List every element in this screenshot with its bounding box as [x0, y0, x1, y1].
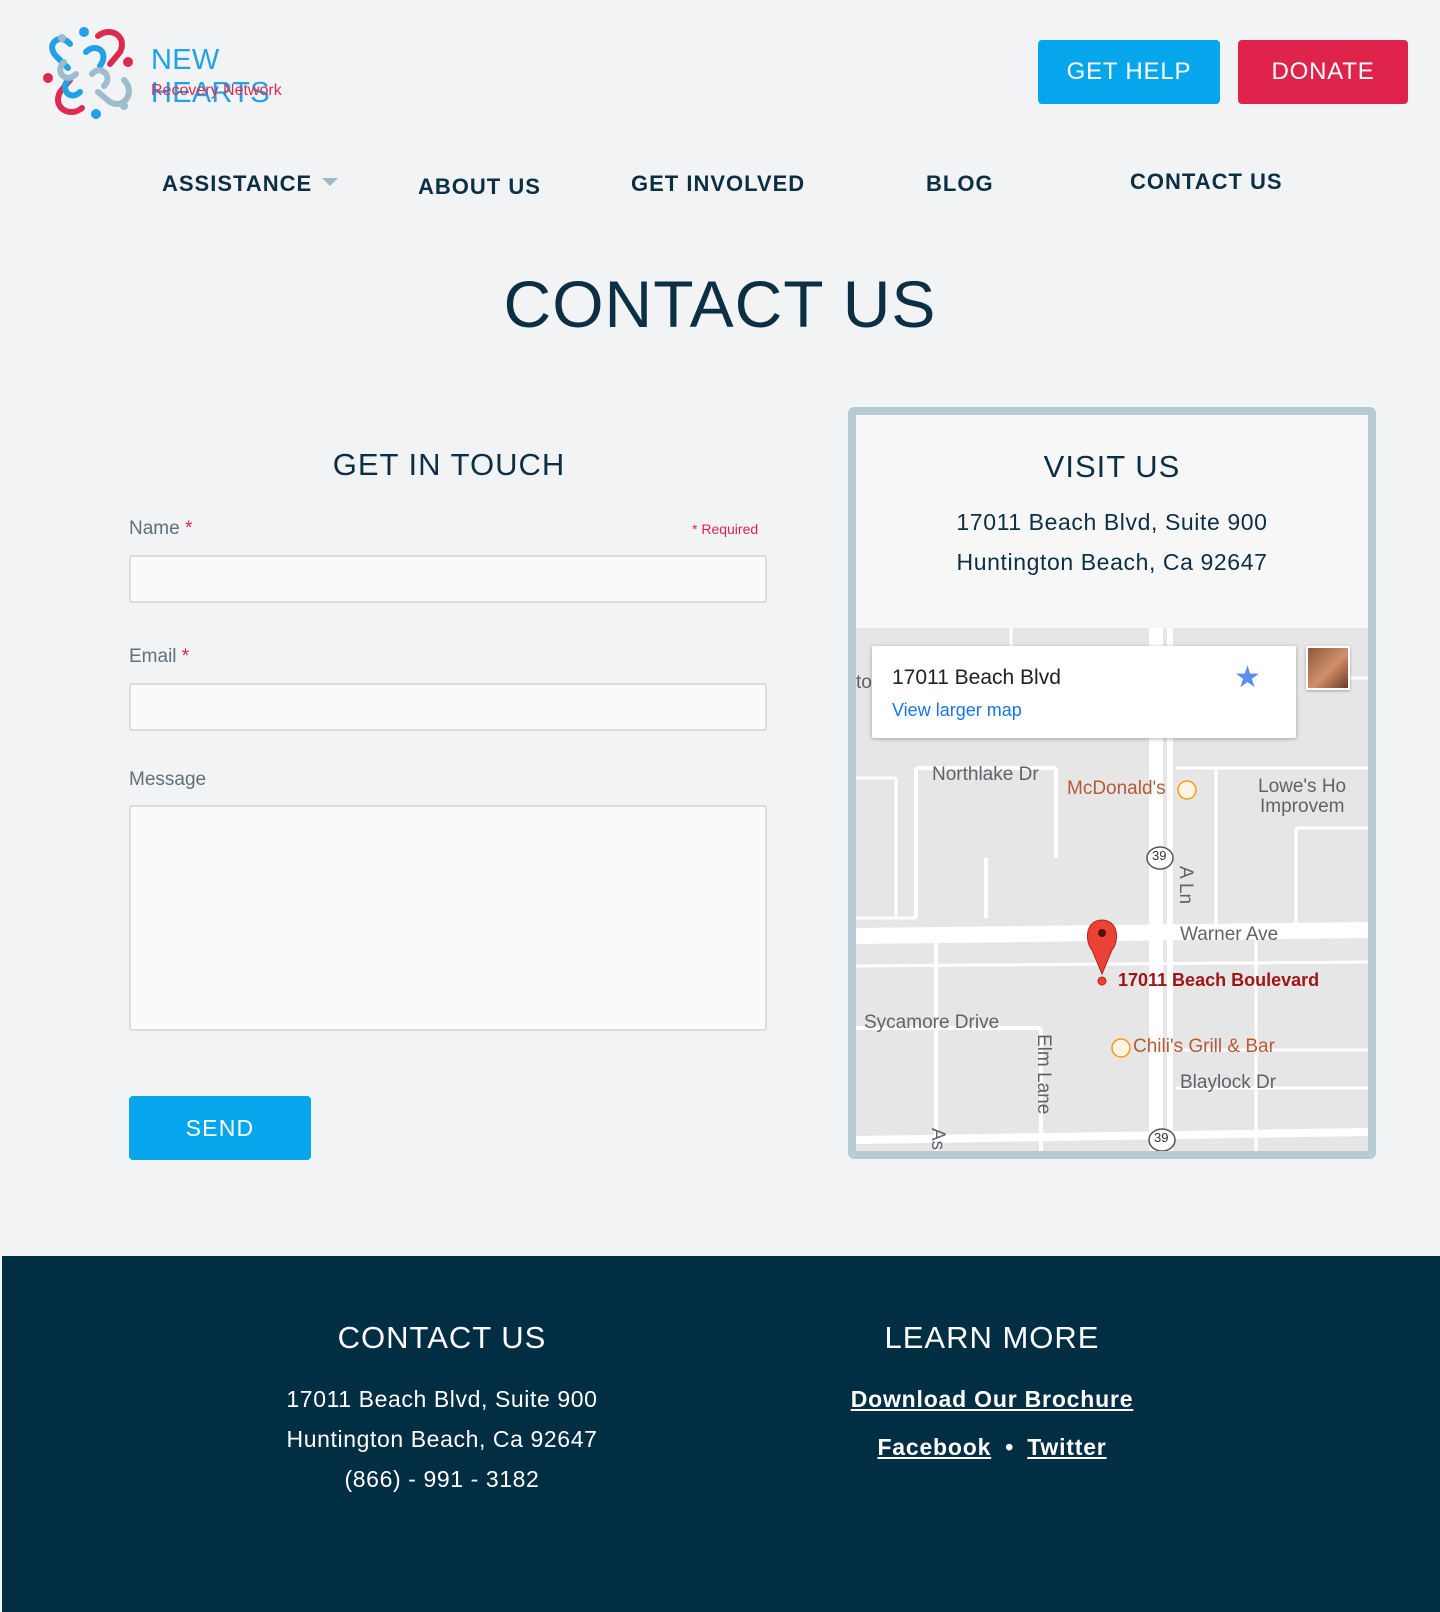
- save-star-icon[interactable]: ★: [1234, 660, 1261, 695]
- get-help-button[interactable]: GET HELP: [1038, 40, 1220, 104]
- footer-address-line2: Huntington Beach, Ca 92647: [286, 1426, 598, 1452]
- view-larger-map-link[interactable]: View larger map: [892, 700, 1022, 721]
- message-field[interactable]: [129, 805, 767, 1031]
- footer-address-line1: 17011 Beach Blvd, Suite 900: [286, 1386, 598, 1412]
- map-label-mcdonalds[interactable]: McDonald's: [1067, 778, 1166, 800]
- nav-item-contact-us[interactable]: CONTACT US: [1130, 169, 1283, 195]
- visit-address-line1: 17011 Beach Blvd, Suite 900: [956, 509, 1268, 535]
- map-label-warner: Warner Ave: [1180, 924, 1279, 945]
- map-label-edge-bottom: Asi: [927, 1128, 948, 1151]
- visit-address-line2: Huntington Beach, Ca 92647: [956, 549, 1268, 575]
- site-header: NEW HEARTS Recovery Network GET HELP DON…: [0, 0, 1440, 140]
- main-nav: ASSISTANCE ABOUT US GET INVOLVED BLOG CO…: [0, 150, 1440, 220]
- required-marker: *: [184, 518, 193, 539]
- nav-item-get-involved[interactable]: GET INVOLVED: [631, 171, 805, 197]
- email-label: Email *: [129, 646, 189, 668]
- page-title: CONTACT US: [503, 267, 937, 341]
- name-field[interactable]: [129, 555, 767, 603]
- separator-dot: •: [1005, 1434, 1014, 1460]
- map-label-sycamore: Sycamore Drive: [864, 1012, 1000, 1033]
- map-label-edge-left: to: [856, 672, 872, 693]
- name-label-text: Name: [129, 518, 180, 539]
- visit-title: VISIT US: [1043, 449, 1181, 484]
- twitter-link[interactable]: Twitter: [1027, 1434, 1106, 1460]
- email-field[interactable]: [129, 683, 767, 731]
- route-39-label: 39: [1154, 1130, 1169, 1145]
- map-label-blaylock: Blaylock Dr: [1180, 1072, 1277, 1093]
- footer-contact-title: CONTACT US: [337, 1320, 547, 1355]
- map-label-elm: Elm Lane: [1033, 1034, 1054, 1115]
- message-label: Message: [129, 769, 207, 790]
- nav-item-blog[interactable]: BLOG: [926, 171, 994, 197]
- map-label-chilis[interactable]: Chili's Grill & Bar: [1133, 1036, 1275, 1058]
- map-label-northlake: Northlake Dr: [932, 764, 1039, 785]
- map-label-lowes-1[interactable]: Lowe's Ho: [1258, 776, 1346, 798]
- nav-item-label: ASSISTANCE: [162, 171, 313, 196]
- facebook-link[interactable]: Facebook: [877, 1434, 991, 1460]
- map-label-lowes-2[interactable]: Improvem: [1260, 796, 1344, 818]
- download-brochure-link[interactable]: Download Our Brochure: [851, 1386, 1134, 1412]
- site-footer: CONTACT US 17011 Beach Blvd, Suite 900 H…: [2, 1256, 1440, 1612]
- map-info-title: 17011 Beach Blvd: [892, 666, 1061, 689]
- map-label-destination[interactable]: 17011 Beach Boulevard: [1118, 970, 1319, 991]
- map-label-a-ln: A Ln: [1175, 866, 1196, 905]
- form-title: GET IN TOUCH: [332, 447, 566, 482]
- email-label-text: Email: [129, 646, 177, 667]
- nav-item-about-us[interactable]: ABOUT US: [418, 174, 541, 200]
- footer-phone[interactable]: (866) - 991 - 3182: [242, 1466, 642, 1493]
- route-39-label: 39: [1152, 848, 1167, 863]
- logo-subtitle: Recovery Network: [151, 82, 282, 99]
- nav-item-assistance[interactable]: ASSISTANCE: [162, 171, 339, 197]
- map-info-window: 17011 Beach Blvd View larger map ★: [872, 646, 1296, 738]
- name-label: Name *: [129, 518, 192, 540]
- map-pin-icon: [1086, 919, 1118, 986]
- logo[interactable]: NEW HEARTS Recovery Network: [40, 22, 340, 122]
- map[interactable]: Northlake Dr McDonald's Lowe's Ho Improv…: [856, 628, 1368, 1151]
- caret-down-icon: [322, 178, 339, 187]
- brochure-link-row: Download Our Brochure: [792, 1386, 1192, 1413]
- send-button[interactable]: SEND: [129, 1096, 311, 1160]
- donate-button[interactable]: DONATE: [1238, 40, 1408, 104]
- logo-title: NEW HEARTS: [151, 44, 270, 109]
- avatar[interactable]: [1306, 646, 1350, 690]
- required-note: * Required: [692, 521, 759, 537]
- social-links: Facebook • Twitter: [792, 1434, 1192, 1461]
- footer-learn-title: LEARN MORE: [884, 1320, 1100, 1355]
- visit-us-card: VISIT US 17011 Beach Blvd, Suite 900 Hun…: [848, 407, 1376, 1159]
- hearts-logo-icon: [43, 27, 133, 119]
- required-marker: *: [181, 646, 190, 667]
